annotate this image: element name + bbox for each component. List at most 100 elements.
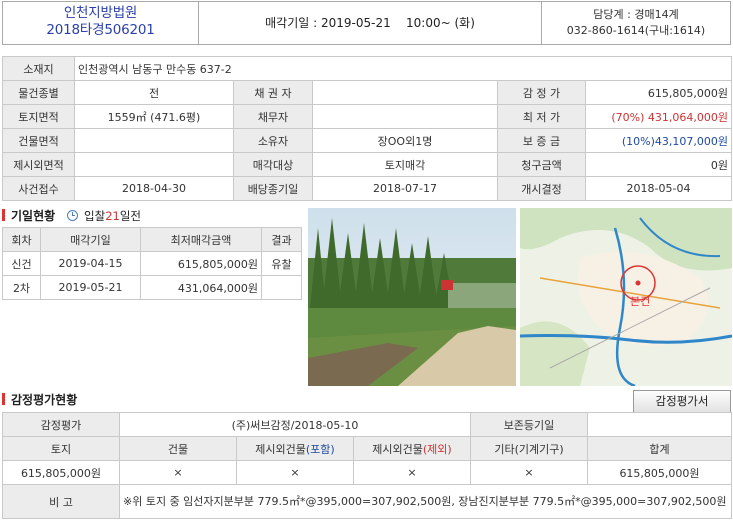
address-label: 소재지 bbox=[2, 56, 75, 81]
minimum-price-value: (70%) 431,064,000원 bbox=[585, 104, 732, 129]
table-row: 사건접수 2018-04-30 배당종기일 2018-07-17 개시결정 20… bbox=[2, 176, 732, 201]
case-receipt-label: 사건접수 bbox=[2, 176, 75, 201]
col-building: 건물 bbox=[119, 436, 237, 461]
total-value: 615,805,000원 bbox=[587, 460, 732, 485]
case-header: 인천지방법원 2018타경506201 매각기일 : 2019-05-21 10… bbox=[2, 1, 731, 45]
department-info: 담당계 : 경매14계 032-860-1614(구내:1614) bbox=[542, 2, 730, 44]
start-decision-value: 2018-05-04 bbox=[585, 176, 732, 201]
col-extra-included: 제시외건물(포함) bbox=[236, 436, 354, 461]
price-cell: 431,064,000원 bbox=[140, 275, 262, 300]
case-number: 2018타경506201 bbox=[46, 22, 155, 38]
section-marker bbox=[2, 209, 5, 221]
appraisal-report-button[interactable]: 감정평가서 bbox=[633, 390, 731, 413]
appraisal-section-title: 감정평가현황 bbox=[2, 391, 77, 408]
extra-area-value bbox=[74, 152, 234, 177]
dividend-deadline-value: 2018-07-17 bbox=[312, 176, 498, 201]
bid-days: 21 bbox=[105, 209, 120, 223]
creditor-label: 채 권 자 bbox=[233, 80, 313, 105]
map-marker-label: 본건 bbox=[630, 295, 650, 308]
price-cell: 615,805,000원 bbox=[140, 251, 262, 276]
claim-amount-label: 청구금액 bbox=[497, 152, 586, 177]
table-row: 건물면적 소유자 장OO외1명 보 증 금 (10%)43,107,000원 bbox=[2, 128, 732, 153]
table-row: 신건 2019-04-15 615,805,000원 유찰 bbox=[2, 251, 302, 276]
table-row: 2차 2019-05-21 431,064,000원 bbox=[2, 275, 302, 300]
building-area-value bbox=[74, 128, 234, 153]
note-value: ※위 토지 중 임선자지분부분 779.5㎡*@395,000=307,902,… bbox=[119, 484, 732, 519]
appraisal-agency: (주)써브감정/2018-05-10 bbox=[119, 412, 471, 437]
sale-target-label: 매각대상 bbox=[233, 152, 313, 177]
land-area-label: 토지면적 bbox=[2, 104, 75, 129]
appraisal-table: 감정평가 (주)써브감정/2018-05-10 보존등기일 토지 건물 제시외건… bbox=[2, 412, 732, 519]
case-receipt-value: 2018-04-30 bbox=[74, 176, 234, 201]
result-cell: 유찰 bbox=[261, 251, 302, 276]
col-min-price: 최저매각금액 bbox=[140, 227, 262, 252]
land-value: 615,805,000원 bbox=[2, 460, 120, 485]
sale-time: 10:00~ bbox=[406, 16, 451, 30]
round-cell: 2차 bbox=[2, 275, 41, 300]
date-cell: 2019-04-15 bbox=[40, 251, 141, 276]
owner-value: 장OO외1명 bbox=[312, 128, 498, 153]
sale-target-value: 토지매각 bbox=[312, 152, 498, 177]
property-type-label: 물건종별 bbox=[2, 80, 75, 105]
building-area-label: 건물면적 bbox=[2, 128, 75, 153]
table-row: 토지면적 1559㎡ (471.6평) 채무자 최 저 가 (70%) 431,… bbox=[2, 104, 732, 129]
result-cell bbox=[261, 275, 302, 300]
owner-label: 소유자 bbox=[233, 128, 313, 153]
col-extra-excluded: 제시외건물(제외) bbox=[353, 436, 471, 461]
start-decision-label: 개시결정 bbox=[497, 176, 586, 201]
sale-history-table: 회차 매각기일 최저매각금액 결과 신건 2019-04-15 615,805,… bbox=[2, 227, 302, 300]
col-round: 회차 bbox=[2, 227, 41, 252]
location-map[interactable]: 본건 bbox=[520, 208, 732, 386]
sale-date-info: 매각기일 : 2019-05-21 10:00~ (화) bbox=[199, 2, 542, 44]
sale-label: 매각기일 : bbox=[265, 16, 318, 30]
col-land: 토지 bbox=[2, 436, 120, 461]
bid-prefix: 입찰 bbox=[84, 209, 106, 223]
department: 담당계 : 경매14계 bbox=[593, 8, 679, 21]
phone: 032-860-1614(구내:1614) bbox=[566, 24, 706, 37]
table-row: 물건종별 전 채 권 자 감 정 가 615,805,000원 bbox=[2, 80, 732, 105]
bid-countdown: 입찰21일전 bbox=[67, 209, 141, 223]
appraisal-price-value: 615,805,000원 bbox=[585, 80, 732, 105]
table-row: 615,805,000원 × × × × 615,805,000원 bbox=[2, 460, 732, 485]
clock-icon bbox=[67, 210, 79, 221]
court-info: 인천지방법원 2018타경506201 bbox=[3, 2, 199, 44]
extra-excluded-value: × bbox=[353, 460, 471, 485]
col-result: 결과 bbox=[261, 227, 302, 252]
property-type-value: 전 bbox=[74, 80, 234, 105]
preserve-label: 보존등기일 bbox=[470, 412, 588, 437]
date-cell: 2019-05-21 bbox=[40, 275, 141, 300]
other-value: × bbox=[470, 460, 588, 485]
table-row: 제시외면적 매각대상 토지매각 청구금액 0원 bbox=[2, 152, 732, 177]
preserve-value bbox=[587, 412, 732, 437]
address-value: 인천광역시 남동구 만수동 637-2 bbox=[74, 56, 732, 81]
section-marker bbox=[2, 393, 5, 405]
history-title: 기일현황 bbox=[11, 209, 56, 223]
deposit-label: 보 증 금 bbox=[497, 128, 586, 153]
note-label: 비 고 bbox=[2, 484, 120, 519]
appraisal-label: 감정평가 bbox=[2, 412, 120, 437]
building-value: × bbox=[119, 460, 237, 485]
appraisal-price-label: 감 정 가 bbox=[497, 80, 586, 105]
sale-date: 2019-05-21 bbox=[320, 16, 391, 30]
debtor-value bbox=[312, 104, 498, 129]
property-info-table: 소재지 인천광역시 남동구 만수동 637-2 물건종별 전 채 권 자 감 정… bbox=[2, 56, 732, 201]
claim-amount-value: 0원 bbox=[585, 152, 732, 177]
round-cell: 신건 bbox=[2, 251, 41, 276]
history-section-title: 기일현황 입찰21일전 bbox=[2, 207, 141, 224]
bid-suffix: 일전 bbox=[119, 209, 141, 223]
minimum-price-label: 최 저 가 bbox=[497, 104, 586, 129]
creditor-value bbox=[312, 80, 498, 105]
dividend-deadline-label: 배당종기일 bbox=[233, 176, 313, 201]
col-sale-date: 매각기일 bbox=[40, 227, 141, 252]
sale-day: (화) bbox=[454, 16, 475, 30]
extra-included-value: × bbox=[236, 460, 354, 485]
property-photo[interactable] bbox=[308, 208, 516, 386]
col-other: 기타(기계기구) bbox=[470, 436, 588, 461]
court-name: 인천지방법원 bbox=[63, 5, 138, 21]
debtor-label: 채무자 bbox=[233, 104, 313, 129]
col-total: 합계 bbox=[587, 436, 732, 461]
extra-area-label: 제시외면적 bbox=[2, 152, 75, 177]
appraisal-title: 감정평가현황 bbox=[11, 393, 78, 407]
land-area-value: 1559㎡ (471.6평) bbox=[74, 104, 234, 129]
deposit-value: (10%)43,107,000원 bbox=[585, 128, 732, 153]
